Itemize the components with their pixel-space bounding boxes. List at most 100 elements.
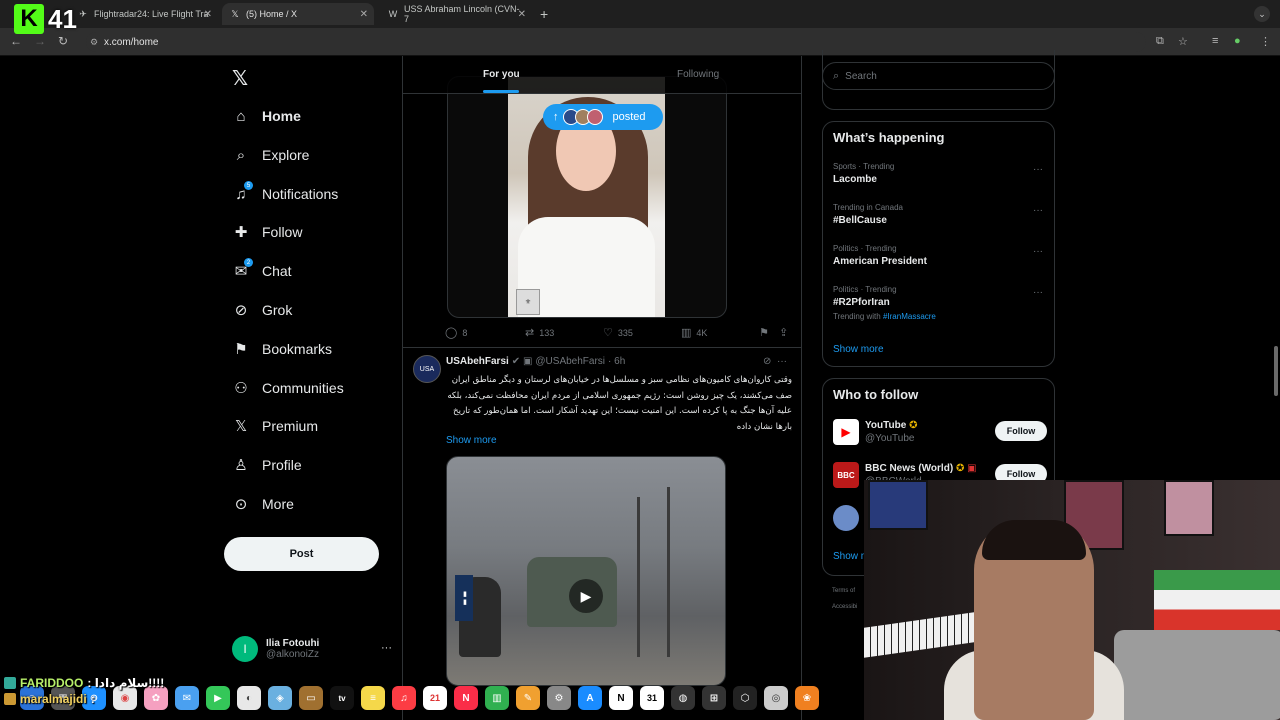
trend-item[interactable]: Sports · Trending Lacombe ··· — [833, 162, 1047, 185]
repost-button[interactable]: ⇄ 133 — [525, 326, 554, 339]
footer-link[interactable]: Terms of — [832, 588, 855, 594]
share-button[interactable]: ⇪ — [779, 326, 793, 339]
follow-suggestion[interactable]: ▶ YouTube ✪ @YouTube Follow — [833, 419, 1047, 449]
nav-explore[interactable]: ⌕ Explore — [232, 140, 310, 170]
nav-label: Bookmarks — [262, 341, 333, 357]
profile-handle: @alkonoiZz — [266, 649, 319, 660]
app-store-icon[interactable]: A — [578, 686, 602, 710]
more-icon[interactable]: ··· — [1033, 246, 1043, 257]
browser-menu-icon[interactable]: ⋮ — [1260, 35, 1271, 48]
calendar-icon[interactable]: 21 — [423, 686, 447, 710]
url-bar[interactable]: ⚙ x.com/home — [86, 32, 1146, 52]
profile-avatar-icon[interactable]: ● — [1234, 35, 1241, 47]
tab-flightradar[interactable]: ✈ Flightradar24: Live Flight Tra ✕ — [70, 3, 218, 25]
apple-tv-icon[interactable]: tv — [330, 686, 354, 710]
nav-grok[interactable]: ⊘ Grok — [232, 295, 293, 325]
mail-icon[interactable]: ✉ — [175, 686, 199, 710]
show-more-link[interactable]: Show more — [446, 435, 497, 446]
show-more-trends-link[interactable]: Show more — [833, 344, 884, 355]
tab-following[interactable]: Following — [677, 69, 719, 80]
close-tab-icon[interactable]: ✕ — [204, 9, 212, 20]
flag — [1154, 570, 1280, 630]
nav-communities[interactable]: ⚇ Communities — [232, 373, 343, 403]
facetime-icon[interactable]: ▶ — [206, 686, 230, 710]
more-icon[interactable]: ··· — [1033, 205, 1043, 216]
trend-item[interactable]: Politics · Trending #R2PforIran Trending… — [833, 285, 1047, 321]
more-icon[interactable]: ··· — [777, 356, 787, 367]
trending-with-tag[interactable]: #IranMassacre — [883, 312, 936, 321]
tab-for-you[interactable]: For you — [483, 69, 520, 80]
tab-uss-lincoln[interactable]: W USS Abraham Lincoln (CVN-7 ✕ — [380, 3, 532, 25]
nav-follow[interactable]: ✚ Follow — [232, 217, 303, 247]
address-toolbar: ← → ↻ ⚙ x.com/home ⧉ ☆ ≡ ● ⋮ — [0, 28, 1280, 56]
nav-premium[interactable]: 𝕏 Premium — [232, 411, 318, 441]
scroll-thumb[interactable] — [1274, 346, 1278, 396]
media-controls-icon[interactable]: ≡ — [1212, 35, 1218, 47]
more-icon[interactable]: ··· — [1033, 287, 1043, 298]
install-app-icon[interactable]: ⧉ — [1156, 35, 1164, 48]
streamer-hair — [982, 520, 1086, 560]
tab-x-home[interactable]: 𝕏 (5) Home / X ✕ — [222, 3, 374, 25]
trend-item[interactable]: Trending in Canada #BellCause ··· — [833, 203, 1047, 226]
system-settings-icon[interactable]: ⚙ — [547, 686, 571, 710]
tweet-video[interactable]: ▮▮ ▶ — [446, 456, 726, 686]
previous-card — [822, 50, 1055, 110]
tab-search-icon[interactable]: ⌄ — [1254, 6, 1270, 22]
close-tab-icon[interactable]: ✕ — [518, 9, 526, 20]
calendar-app-icon[interactable]: 31 — [640, 686, 664, 710]
pages-icon[interactable]: ✎ — [516, 686, 540, 710]
footer-link[interactable]: Accessibi — [832, 604, 857, 610]
music-icon[interactable]: ♫ — [392, 686, 416, 710]
tweet-menu[interactable]: ⊘ ··· — [763, 356, 787, 367]
notion-icon[interactable]: N — [609, 686, 633, 710]
post-button[interactable]: Post — [224, 537, 379, 571]
x-logo-icon[interactable]: 𝕏 — [232, 66, 248, 91]
play-icon[interactable]: ▶ — [569, 579, 603, 613]
like-button[interactable]: ♡ 335 — [603, 326, 633, 339]
unity-icon[interactable]: ⬡ — [733, 686, 757, 710]
account-more-icon[interactable]: ··· — [381, 642, 392, 654]
numbers-icon[interactable]: ▥ — [485, 686, 509, 710]
author-handle[interactable]: @USAbehFarsi — [535, 356, 605, 367]
disk-utility-icon[interactable]: ◎ — [764, 686, 788, 710]
nav-chat[interactable]: ✉ 2 Chat — [232, 256, 292, 286]
nav-profile[interactable]: ♙ Profile — [232, 450, 301, 480]
section-title: Who to follow — [833, 387, 919, 402]
piano-keys — [864, 612, 974, 658]
bookmark-button[interactable]: ⚑ — [759, 326, 774, 339]
reload-icon[interactable]: ↻ — [58, 34, 68, 48]
author-name[interactable]: USAbehFarsi — [446, 356, 509, 367]
tweet-time[interactable]: · 6h — [608, 356, 625, 367]
back-icon[interactable]: ← — [10, 34, 22, 48]
chat-text: : — [90, 692, 95, 706]
forward-icon[interactable]: → — [34, 34, 46, 48]
fl-studio-icon[interactable]: ❀ — [795, 686, 819, 710]
account-switcher[interactable]: I Ilia Fotouhi @alkonoiZz ··· — [232, 632, 392, 666]
folder-icon[interactable]: ▭ — [299, 686, 323, 710]
notes-icon[interactable]: ≡ — [361, 686, 385, 710]
avatar[interactable]: USA — [413, 355, 441, 383]
trend-item[interactable]: Politics · Trending American President ·… — [833, 244, 1047, 267]
nav-more[interactable]: ⊙ More — [232, 489, 294, 519]
reply-button[interactable]: ◯ 8 — [445, 326, 467, 339]
bookmark-star-icon[interactable]: ☆ — [1178, 35, 1188, 48]
close-tab-icon[interactable]: ✕ — [360, 9, 368, 20]
more-icon[interactable]: ··· — [1033, 164, 1043, 175]
nav-home[interactable]: ⌂ Home — [232, 101, 300, 131]
share-icon: ⇪ — [779, 327, 789, 339]
site-info-icon[interactable]: ⚙ — [90, 37, 98, 48]
follow-button[interactable]: Follow — [995, 421, 1047, 441]
contacts-icon[interactable]: ◐ — [237, 686, 261, 710]
preview-icon[interactable]: ◈ — [268, 686, 292, 710]
mixer-app-icon[interactable]: ⊞ — [702, 686, 726, 710]
wikipedia-favicon: W — [388, 9, 398, 19]
new-posts-pill[interactable]: ↑ posted — [543, 104, 663, 130]
person-add-icon: ✚ — [234, 224, 248, 241]
news-icon[interactable]: N — [454, 686, 478, 710]
views-button[interactable]: ▥ 4K — [681, 326, 707, 339]
audio-app-icon[interactable]: ◍ — [671, 686, 695, 710]
nav-bookmarks[interactable]: ⚑ Bookmarks — [232, 334, 332, 364]
nav-notifications[interactable]: ♫ 5 Notifications — [232, 179, 338, 209]
grok-icon[interactable]: ⊘ — [763, 356, 771, 367]
new-tab-button[interactable]: + — [540, 6, 548, 22]
